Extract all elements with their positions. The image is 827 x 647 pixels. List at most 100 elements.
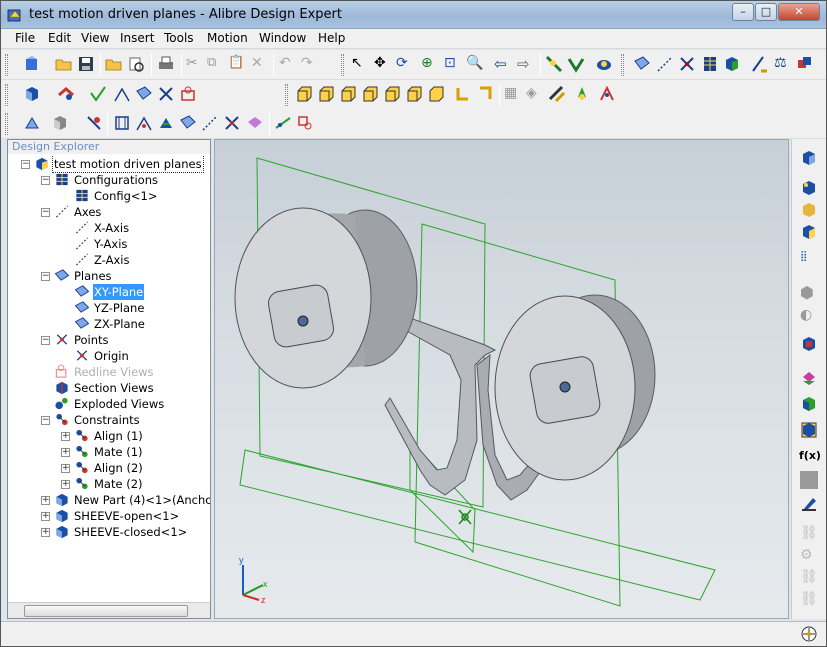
tree-node[interactable]: Points xyxy=(54,332,110,348)
tree-node[interactable]: Axes xyxy=(54,204,102,220)
tree-node[interactable]: Config<1> xyxy=(74,188,159,204)
constraint-orient-icon[interactable] xyxy=(157,114,175,132)
tree-expand-toggle[interactable]: − xyxy=(41,176,50,185)
next-view-icon[interactable]: ⇨ xyxy=(517,55,535,73)
tree-expand-toggle[interactable]: + xyxy=(61,448,70,457)
print-preview-icon[interactable] xyxy=(127,55,145,73)
zoom-in-icon[interactable]: ⊕ xyxy=(421,55,439,73)
display-mode-icon[interactable] xyxy=(548,85,566,103)
motion-driver-icon[interactable] xyxy=(274,114,292,132)
simulate-icon[interactable] xyxy=(85,114,103,132)
display-style-icon[interactable] xyxy=(51,114,69,132)
hexagon-icon[interactable]: ⬢ xyxy=(800,283,818,302)
pan-icon[interactable]: ✥ xyxy=(374,55,392,73)
new-icon[interactable] xyxy=(23,55,41,73)
motion-play-icon[interactable] xyxy=(296,114,314,132)
view-right-icon[interactable] xyxy=(405,85,423,103)
menu-edit[interactable]: Edit xyxy=(48,31,71,45)
open-folder-icon[interactable] xyxy=(55,55,73,73)
tree-node[interactable]: SHEEVE-closed<1> xyxy=(54,524,188,540)
revolve-icon[interactable] xyxy=(800,179,818,197)
part-properties-icon[interactable] xyxy=(723,55,741,73)
tree-expand-toggle[interactable]: − xyxy=(21,160,30,169)
pattern-icon[interactable]: ⣿ xyxy=(800,251,818,269)
insert-part-icon[interactable] xyxy=(23,85,41,103)
constraint-icon[interactable] xyxy=(57,85,75,103)
constraint-point-icon[interactable] xyxy=(223,114,241,132)
constraint-mate-icon[interactable] xyxy=(135,114,153,132)
delete-icon[interactable]: ✕ xyxy=(251,55,269,73)
model-view[interactable]: y x z xyxy=(215,140,790,620)
cut-feature-icon[interactable] xyxy=(800,335,818,353)
view-iso-icon[interactable] xyxy=(427,85,445,103)
table-icon[interactable] xyxy=(701,55,719,73)
tree-expand-toggle[interactable]: − xyxy=(41,416,50,425)
edit-icon[interactable] xyxy=(800,495,818,513)
toolbar-grip[interactable] xyxy=(5,54,8,76)
point-tool-icon[interactable] xyxy=(678,55,696,73)
toolbar-grip[interactable] xyxy=(621,54,624,76)
axis-tool-icon[interactable] xyxy=(656,55,674,73)
tree-expand-toggle[interactable]: + xyxy=(61,480,70,489)
tree-node[interactable]: Align (2) xyxy=(74,460,144,476)
view-back-icon[interactable] xyxy=(317,85,335,103)
origin-tool-icon[interactable] xyxy=(598,85,616,103)
select-arrow-icon[interactable]: ↖ xyxy=(351,55,369,73)
plane-tool-icon[interactable] xyxy=(633,55,651,73)
tree-expand-toggle[interactable]: + xyxy=(61,432,70,441)
point-constraint-icon[interactable] xyxy=(157,85,175,103)
lighting-icon[interactable] xyxy=(573,85,591,103)
fillet-icon[interactable] xyxy=(800,369,818,387)
toolbar-grip[interactable] xyxy=(5,113,8,135)
tree-node[interactable]: Exploded Views xyxy=(54,396,165,412)
sweep-icon[interactable] xyxy=(800,223,818,241)
tree-node[interactable]: Section Views xyxy=(54,380,155,396)
paste-icon[interactable]: 📋 xyxy=(228,55,246,73)
shell-icon[interactable]: ◐ xyxy=(800,307,818,325)
view-left-icon[interactable] xyxy=(383,85,401,103)
redline-tool-icon[interactable] xyxy=(179,85,197,103)
tree-expand-toggle[interactable]: + xyxy=(41,528,50,537)
interference-icon[interactable] xyxy=(796,55,814,73)
chamfer-icon[interactable] xyxy=(800,395,818,413)
maximize-button[interactable]: □ xyxy=(755,3,777,21)
tree-expand-toggle[interactable]: − xyxy=(41,208,50,217)
tree-node[interactable]: X-Axis xyxy=(74,220,130,236)
undo-icon[interactable]: ↶ xyxy=(279,55,297,73)
toolbar-grip[interactable] xyxy=(5,84,8,106)
equation-icon[interactable]: f(x) xyxy=(799,449,821,467)
constraint-custom-icon[interactable] xyxy=(246,114,264,132)
rotate-view-icon[interactable] xyxy=(476,85,494,103)
tree-node[interactable]: Mate (1) xyxy=(74,444,144,460)
sketch-icon[interactable] xyxy=(545,55,563,73)
menu-file[interactable]: File xyxy=(15,31,35,45)
copy-icon[interactable]: ⧉ xyxy=(207,55,225,73)
explorer-horizontal-scrollbar[interactable] xyxy=(8,602,210,618)
toolbar-grip[interactable] xyxy=(285,84,288,106)
tree-expand-toggle[interactable]: − xyxy=(41,272,50,281)
view-front-icon[interactable] xyxy=(295,85,313,103)
menu-insert[interactable]: Insert xyxy=(120,31,154,45)
view-top-icon[interactable] xyxy=(339,85,357,103)
zoom-window-icon[interactable]: ⊡ xyxy=(444,55,462,73)
compass-icon[interactable] xyxy=(801,626,817,642)
tree-node[interactable]: New Part (4)<1>(Anchored) xyxy=(54,492,210,508)
tree-expand-toggle[interactable]: + xyxy=(41,496,50,505)
tree-node[interactable]: Mate (2) xyxy=(74,476,144,492)
constraint-align-icon[interactable] xyxy=(113,114,131,132)
coincident-icon[interactable] xyxy=(113,85,131,103)
tree-node[interactable]: Redline Views xyxy=(54,364,155,380)
tree-node[interactable]: Align (1) xyxy=(74,428,144,444)
redo-icon[interactable]: ↷ xyxy=(301,55,319,73)
motion-frame3-icon[interactable]: ⛓ xyxy=(800,569,818,587)
tree-expand-toggle[interactable]: − xyxy=(41,336,50,345)
motion-analysis-icon[interactable] xyxy=(23,114,41,132)
menu-tools[interactable]: Tools xyxy=(164,31,194,45)
menu-view[interactable]: View xyxy=(81,31,109,45)
tree-node[interactable]: Origin xyxy=(74,348,130,364)
menu-window[interactable]: Window xyxy=(259,31,306,45)
tree-node[interactable]: XY-Plane xyxy=(74,284,145,300)
constraint-angle-icon[interactable] xyxy=(201,114,219,132)
title-bar[interactable]: test motion driven planes - Alibre Desig… xyxy=(1,1,826,29)
tree-node[interactable]: Z-Axis xyxy=(74,252,130,268)
